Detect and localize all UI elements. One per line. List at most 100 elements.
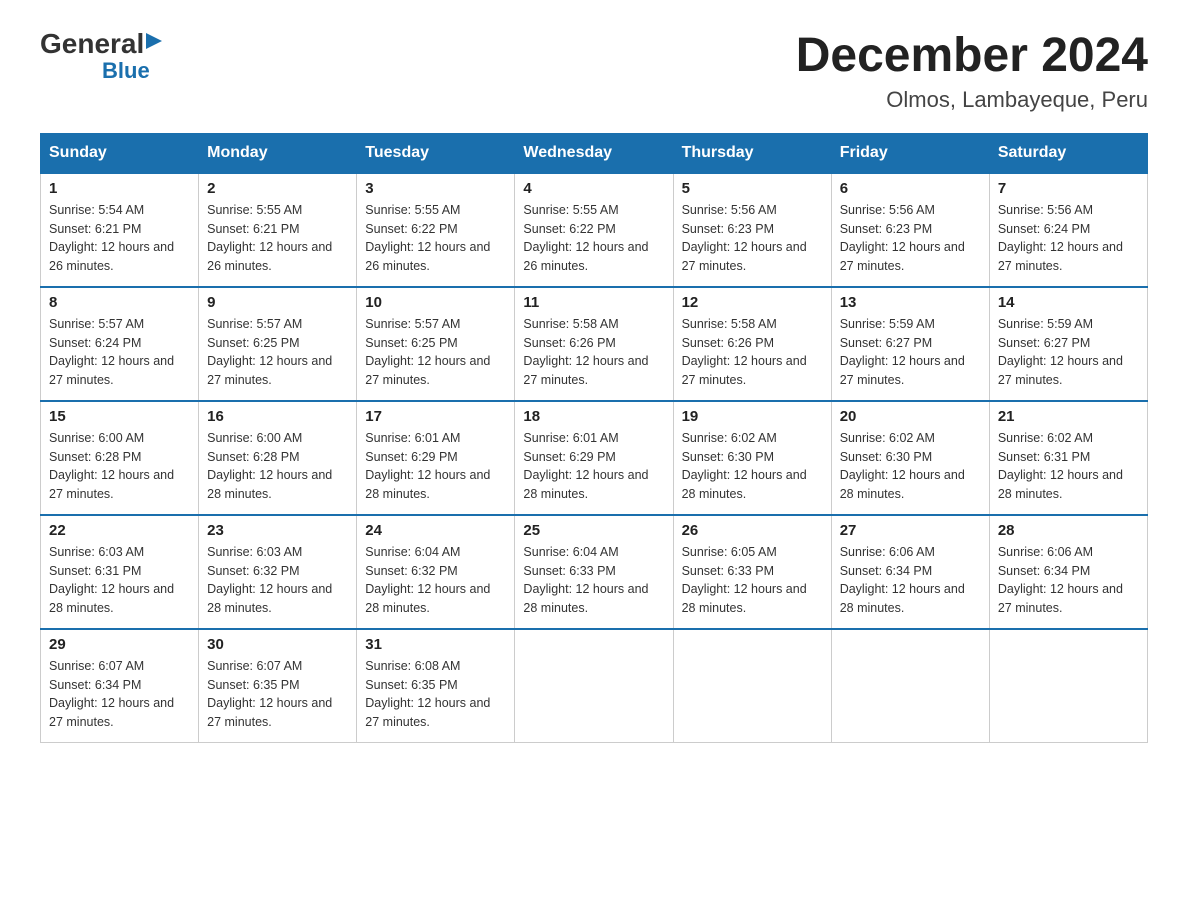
calendar-cell: 1 Sunrise: 5:54 AMSunset: 6:21 PMDaylight… [41,173,199,287]
day-info: Sunrise: 6:07 AMSunset: 6:34 PMDaylight:… [49,657,190,732]
day-info: Sunrise: 6:02 AMSunset: 6:30 PMDaylight:… [682,429,823,504]
day-number: 17 [365,408,506,425]
day-info: Sunrise: 5:56 AMSunset: 6:24 PMDaylight:… [998,201,1139,276]
calendar-cell: 13 Sunrise: 5:59 AMSunset: 6:27 PMDayligh… [831,287,989,401]
calendar-cell: 22Sunrise: 6:03 AMSunset: 6:31 PMDayligh… [41,515,199,629]
calendar-cell: 4 Sunrise: 5:55 AMSunset: 6:22 PMDaylight… [515,173,673,287]
calendar-cell: 19 Sunrise: 6:02 AMSunset: 6:30 PMDayligh… [673,401,831,515]
calendar-cell [515,629,673,743]
day-info: Sunrise: 5:55 AMSunset: 6:21 PMDaylight:… [207,201,348,276]
calendar-cell: 16Sunrise: 6:00 AMSunset: 6:28 PMDayligh… [199,401,357,515]
logo-general-text: General [40,30,144,58]
day-info: Sunrise: 5:55 AMSunset: 6:22 PMDaylight:… [365,201,506,276]
calendar-week-5: 29 Sunrise: 6:07 AMSunset: 6:34 PMDayligh… [41,629,1148,743]
day-number: 12 [682,294,823,311]
day-number: 10 [365,294,506,311]
calendar-cell: 2 Sunrise: 5:55 AMSunset: 6:21 PMDaylight… [199,173,357,287]
day-info: Sunrise: 6:01 AMSunset: 6:29 PMDaylight:… [365,429,506,504]
day-number: 6 [840,180,981,197]
calendar-cell: 28 Sunrise: 6:06 AMSunset: 6:34 PMDayligh… [989,515,1147,629]
day-number: 23 [207,522,348,539]
day-number: 14 [998,294,1139,311]
logo-blue-text: Blue [102,58,150,84]
calendar-cell: 21 Sunrise: 6:02 AMSunset: 6:31 PMDayligh… [989,401,1147,515]
day-number: 19 [682,408,823,425]
calendar-cell: 10 Sunrise: 5:57 AMSunset: 6:25 PMDayligh… [357,287,515,401]
calendar-cell: 29 Sunrise: 6:07 AMSunset: 6:34 PMDayligh… [41,629,199,743]
logo: General Blue [40,30,168,84]
day-number: 20 [840,408,981,425]
day-number: 29 [49,636,190,653]
day-number: 3 [365,180,506,197]
day-number: 30 [207,636,348,653]
calendar-cell: 8 Sunrise: 5:57 AMSunset: 6:24 PMDaylight… [41,287,199,401]
calendar-cell [831,629,989,743]
calendar-cell: 27 Sunrise: 6:06 AMSunset: 6:34 PMDayligh… [831,515,989,629]
day-number: 28 [998,522,1139,539]
calendar-title: December 2024 [796,30,1148,83]
calendar-cell: 9Sunrise: 5:57 AMSunset: 6:25 PMDaylight… [199,287,357,401]
day-number: 11 [523,294,664,311]
day-info: Sunrise: 6:04 AMSunset: 6:33 PMDaylight:… [523,543,664,618]
day-info: Sunrise: 6:07 AMSunset: 6:35 PMDaylight:… [207,657,348,732]
day-number: 1 [49,180,190,197]
day-info: Sunrise: 6:02 AMSunset: 6:31 PMDaylight:… [998,429,1139,504]
day-number: 24 [365,522,506,539]
calendar-subtitle: Olmos, Lambayeque, Peru [796,87,1148,113]
calendar-cell: 31Sunrise: 6:08 AMSunset: 6:35 PMDayligh… [357,629,515,743]
day-info: Sunrise: 5:59 AMSunset: 6:27 PMDaylight:… [998,315,1139,390]
calendar-cell: 6 Sunrise: 5:56 AMSunset: 6:23 PMDaylight… [831,173,989,287]
calendar-cell: 12 Sunrise: 5:58 AMSunset: 6:26 PMDayligh… [673,287,831,401]
header-wednesday: Wednesday [515,133,673,173]
day-info: Sunrise: 5:54 AMSunset: 6:21 PMDaylight:… [49,201,190,276]
page-header: General Blue December 2024 Olmos, Lambay… [40,30,1148,113]
calendar-cell: 18Sunrise: 6:01 AMSunset: 6:29 PMDayligh… [515,401,673,515]
day-info: Sunrise: 5:57 AMSunset: 6:24 PMDaylight:… [49,315,190,390]
day-number: 27 [840,522,981,539]
day-number: 13 [840,294,981,311]
calendar-week-2: 8 Sunrise: 5:57 AMSunset: 6:24 PMDaylight… [41,287,1148,401]
day-number: 25 [523,522,664,539]
day-number: 21 [998,408,1139,425]
day-info: Sunrise: 5:58 AMSunset: 6:26 PMDaylight:… [682,315,823,390]
day-info: Sunrise: 5:55 AMSunset: 6:22 PMDaylight:… [523,201,664,276]
day-info: Sunrise: 5:58 AMSunset: 6:26 PMDaylight:… [523,315,664,390]
header-friday: Friday [831,133,989,173]
day-number: 5 [682,180,823,197]
day-info: Sunrise: 6:08 AMSunset: 6:35 PMDaylight:… [365,657,506,732]
calendar-cell: 30 Sunrise: 6:07 AMSunset: 6:35 PMDayligh… [199,629,357,743]
day-number: 7 [998,180,1139,197]
calendar-week-4: 22Sunrise: 6:03 AMSunset: 6:31 PMDayligh… [41,515,1148,629]
calendar-cell [673,629,831,743]
calendar-week-3: 15Sunrise: 6:00 AMSunset: 6:28 PMDayligh… [41,401,1148,515]
calendar-cell: 20 Sunrise: 6:02 AMSunset: 6:30 PMDayligh… [831,401,989,515]
day-number: 26 [682,522,823,539]
calendar-cell: 17 Sunrise: 6:01 AMSunset: 6:29 PMDayligh… [357,401,515,515]
day-info: Sunrise: 6:03 AMSunset: 6:32 PMDaylight:… [207,543,348,618]
day-info: Sunrise: 6:02 AMSunset: 6:30 PMDaylight:… [840,429,981,504]
calendar-cell: 5 Sunrise: 5:56 AMSunset: 6:23 PMDaylight… [673,173,831,287]
day-number: 16 [207,408,348,425]
day-number: 18 [523,408,664,425]
calendar-cell [989,629,1147,743]
day-info: Sunrise: 5:57 AMSunset: 6:25 PMDaylight:… [207,315,348,390]
day-number: 4 [523,180,664,197]
calendar-cell: 14 Sunrise: 5:59 AMSunset: 6:27 PMDayligh… [989,287,1147,401]
day-info: Sunrise: 6:05 AMSunset: 6:33 PMDaylight:… [682,543,823,618]
calendar-cell: 11 Sunrise: 5:58 AMSunset: 6:26 PMDayligh… [515,287,673,401]
calendar-table: SundayMondayTuesdayWednesdayThursdayFrid… [40,133,1148,743]
day-number: 2 [207,180,348,197]
header-tuesday: Tuesday [357,133,515,173]
day-info: Sunrise: 5:57 AMSunset: 6:25 PMDaylight:… [365,315,506,390]
day-number: 8 [49,294,190,311]
calendar-cell: 25 Sunrise: 6:04 AMSunset: 6:33 PMDayligh… [515,515,673,629]
day-number: 22 [49,522,190,539]
header-saturday: Saturday [989,133,1147,173]
day-info: Sunrise: 6:06 AMSunset: 6:34 PMDaylight:… [998,543,1139,618]
calendar-cell: 23 Sunrise: 6:03 AMSunset: 6:32 PMDayligh… [199,515,357,629]
day-info: Sunrise: 5:56 AMSunset: 6:23 PMDaylight:… [682,201,823,276]
calendar-cell: 24Sunrise: 6:04 AMSunset: 6:32 PMDayligh… [357,515,515,629]
day-info: Sunrise: 6:06 AMSunset: 6:34 PMDaylight:… [840,543,981,618]
day-info: Sunrise: 5:56 AMSunset: 6:23 PMDaylight:… [840,201,981,276]
day-info: Sunrise: 5:59 AMSunset: 6:27 PMDaylight:… [840,315,981,390]
